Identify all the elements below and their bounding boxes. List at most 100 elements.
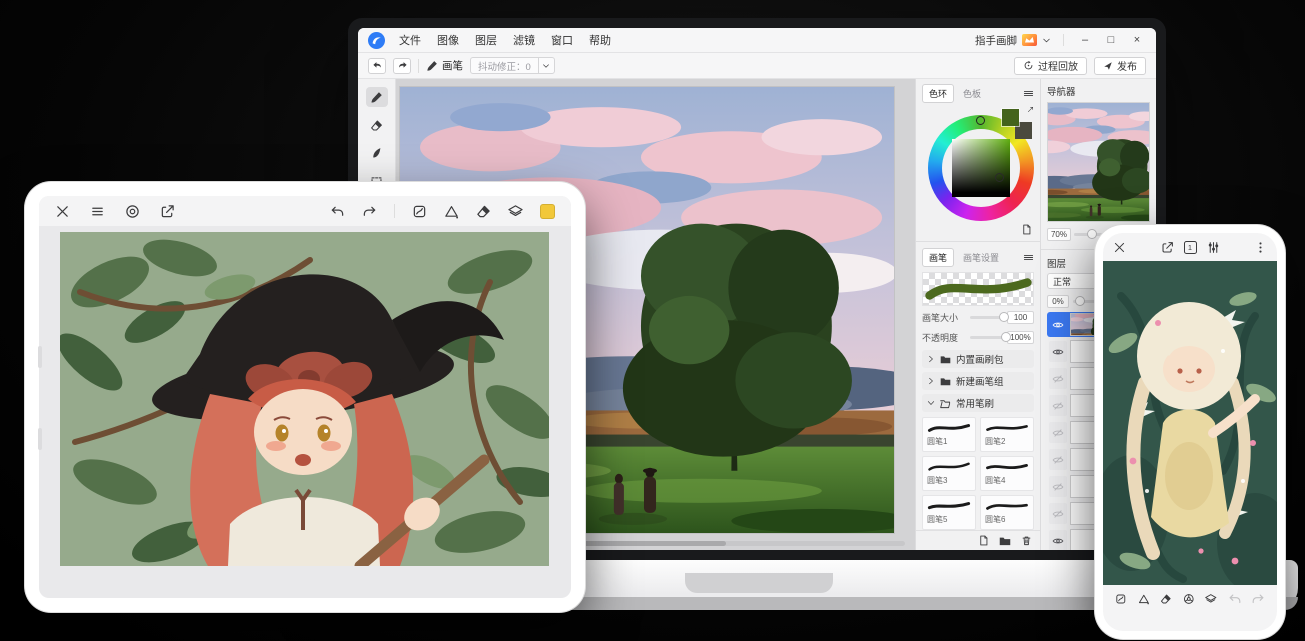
eraser-icon[interactable] [1160,592,1172,606]
brush-size-slider[interactable] [970,316,1003,319]
visibility-toggle[interactable] [1049,530,1067,550]
menu-layer[interactable]: 图层 [475,32,497,48]
brush-opacity-value[interactable]: 100% [1007,331,1034,344]
brush-size-knob[interactable] [999,312,1009,322]
layer-opacity-value[interactable]: 0% [1047,295,1069,308]
stabilize-chevron[interactable] [538,58,554,73]
panel-menu-icon[interactable] [1023,87,1034,100]
minimize-button[interactable]: – [1076,34,1094,46]
tool-brush[interactable] [366,87,388,107]
color-wheel-icon[interactable] [1183,592,1195,606]
export-icon[interactable] [1161,241,1174,254]
menu-icon[interactable] [90,204,105,219]
tab-color-swatches[interactable]: 色板 [956,84,988,103]
brush-opacity-knob[interactable] [1001,332,1011,342]
maximize-button[interactable]: □ [1102,34,1120,46]
navigator-title: 导航器 [1047,84,1150,98]
visibility-toggle[interactable] [1049,368,1067,389]
scrollbar-thumb[interactable] [576,541,726,546]
tool-smudge[interactable] [366,143,388,163]
visibility-toggle[interactable] [1049,503,1067,524]
process-playback-label: 过程回放 [1038,58,1078,73]
palette-icon[interactable] [1115,592,1127,606]
tablet-artwork[interactable] [60,232,549,566]
brush-item-label: 圆笔4 [985,475,1029,486]
tablet-canvas-area[interactable] [39,226,571,598]
layers-icon[interactable] [508,204,523,219]
visibility-toggle[interactable] [1049,476,1067,497]
preview-icon[interactable] [125,204,140,219]
visibility-toggle[interactable] [1049,341,1067,362]
brush-group-label: 内置画刷包 [956,352,1004,366]
swap-colors-icon[interactable] [1027,106,1034,113]
brush-item[interactable]: 圆笔2 [980,417,1034,452]
color-swatch[interactable] [540,204,555,219]
zoom-knob[interactable] [1087,229,1097,239]
stabilize-dropdown[interactable]: 抖动修正：0 [470,57,555,74]
color-wheel[interactable] [922,107,1034,235]
zoom-value[interactable]: 70% [1047,228,1071,241]
toolbar-divider [418,59,419,73]
brush-icon [426,60,438,72]
layers-icon[interactable] [1205,592,1217,606]
menu-image[interactable]: 图像 [437,32,459,48]
undo-button[interactable] [368,58,386,74]
menu-filter[interactable]: 滤镜 [513,32,535,48]
sv-knob[interactable] [995,173,1004,182]
tab-color-wheel[interactable]: 色环 [922,84,954,103]
process-playback-button[interactable]: 过程回放 [1014,57,1087,75]
panel-menu-icon[interactable] [1023,251,1034,264]
brush-item[interactable]: 圆笔4 [980,456,1034,491]
new-brush-icon[interactable] [978,535,989,546]
undo-icon[interactable] [330,204,345,219]
current-tool[interactable]: 画笔 [426,58,463,73]
trash-icon[interactable] [1021,535,1032,546]
saturation-value-square[interactable] [952,139,1010,197]
export-icon[interactable] [160,204,175,219]
layer-count-icon[interactable]: 1 [1184,241,1197,254]
tab-brush[interactable]: 画笔 [922,248,954,267]
menu-help[interactable]: 帮助 [589,32,611,48]
foreground-color-swatch[interactable] [1002,109,1019,126]
menu-window[interactable]: 窗口 [551,32,573,48]
brush-size-value[interactable]: 100 [1007,311,1034,324]
redo-icon[interactable] [1251,592,1265,606]
shape-tool-icon[interactable] [1138,592,1150,606]
navigator-thumbnail[interactable] [1047,102,1150,222]
shape-tool-icon[interactable] [444,204,459,219]
publish-button[interactable]: 发布 [1094,57,1146,75]
layer-opacity-knob[interactable] [1075,296,1085,306]
account-menu[interactable]: 指手画脚 [975,33,1051,48]
tablet-app [39,196,571,598]
brush-item[interactable]: 圆笔5 [922,495,976,530]
visibility-toggle[interactable] [1049,395,1067,416]
redo-icon[interactable] [362,204,377,219]
visibility-toggle[interactable] [1049,422,1067,443]
tool-eraser[interactable] [366,115,388,135]
eraser-icon[interactable] [476,204,491,219]
close-button[interactable]: × [1128,34,1146,46]
brush-item[interactable]: 圆笔6 [980,495,1034,530]
hue-knob[interactable] [976,116,985,125]
brush-group-builtin[interactable]: 内置画刷包 [922,350,1034,368]
redo-button[interactable] [393,58,411,74]
close-icon[interactable] [1113,241,1126,254]
new-folder-icon[interactable] [999,535,1011,547]
brush-group-new[interactable]: 新建画笔组 [922,372,1034,390]
adjustments-icon[interactable] [1207,241,1220,254]
brush-item[interactable]: 圆笔1 [922,417,976,452]
phone-history-buttons [1228,592,1265,606]
brush-item[interactable]: 圆笔3 [922,456,976,491]
more-icon[interactable] [1254,241,1267,254]
close-icon[interactable] [55,204,70,219]
undo-icon[interactable] [1228,592,1242,606]
tab-brush-settings[interactable]: 画笔设置 [956,248,1006,267]
brush-group-common[interactable]: 常用笔刷 [922,394,1034,412]
visibility-toggle[interactable] [1049,449,1067,470]
menu-file[interactable]: 文件 [399,32,421,48]
new-swatch-icon[interactable] [1021,224,1032,235]
brush-opacity-slider[interactable] [970,336,1003,339]
visibility-toggle[interactable] [1049,314,1067,335]
phone-artwork[interactable] [1103,261,1277,585]
palette-icon[interactable] [412,204,427,219]
